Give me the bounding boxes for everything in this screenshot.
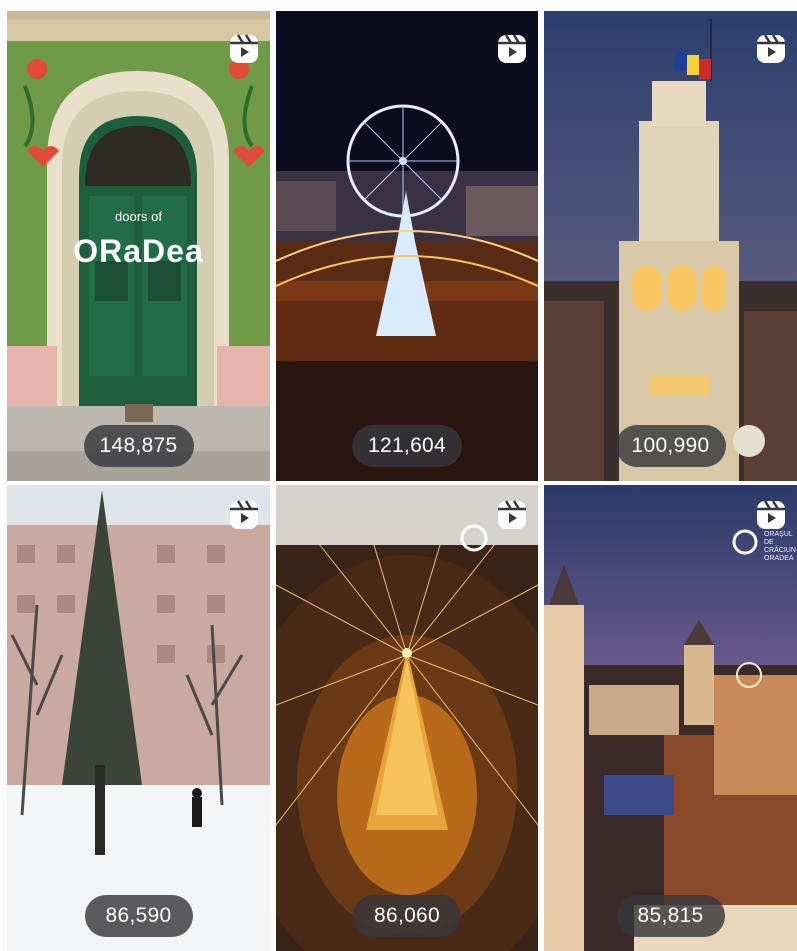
reel-tile[interactable]: ORAȘUL DE CRĂCIUN ORADEA 85,815 [544, 485, 797, 951]
watermark-line: ORADEA [764, 555, 794, 562]
reel-tile[interactable]: 100,990 [544, 11, 797, 481]
reels-icon [757, 34, 785, 63]
reel-thumbnail-ferris-wheel [276, 11, 538, 481]
reels-grid: doors of ORaDea 148,875 121,604 100,990 … [0, 0, 797, 951]
reels-icon [230, 500, 258, 529]
reel-tile[interactable]: 86,060 [276, 485, 538, 951]
view-count-badge: 86,060 [353, 895, 461, 937]
caption-small: doors of [115, 209, 162, 224]
reel-tile[interactable]: doors of ORaDea 148,875 [7, 11, 270, 481]
festival-watermark: ORAȘUL DE CRĂCIUN ORADEA [764, 531, 797, 563]
caption-title: ORaDea [73, 233, 204, 269]
reels-icon [230, 34, 258, 63]
reel-thumbnail-aerial-tree [276, 485, 538, 951]
reel-tile[interactable]: 121,604 [276, 11, 538, 481]
view-count-badge: 148,875 [83, 425, 194, 467]
view-count-badge: 86,590 [84, 895, 193, 937]
reel-thumbnail-snow [7, 485, 270, 951]
reel-thumbnail-city-dusk [544, 485, 797, 951]
view-count-badge: 121,604 [351, 425, 463, 467]
view-count-badge: 85,815 [616, 895, 725, 937]
reels-icon [498, 500, 526, 529]
watermark-line: ORAȘUL DE [764, 531, 793, 546]
watermark-line: CRĂCIUN [764, 547, 796, 554]
reel-tile[interactable]: 86,590 [7, 485, 270, 951]
reel-thumbnail-tower [544, 11, 797, 481]
reels-icon [757, 500, 785, 529]
view-count-badge: 100,990 [615, 425, 726, 467]
reels-icon [498, 34, 526, 63]
